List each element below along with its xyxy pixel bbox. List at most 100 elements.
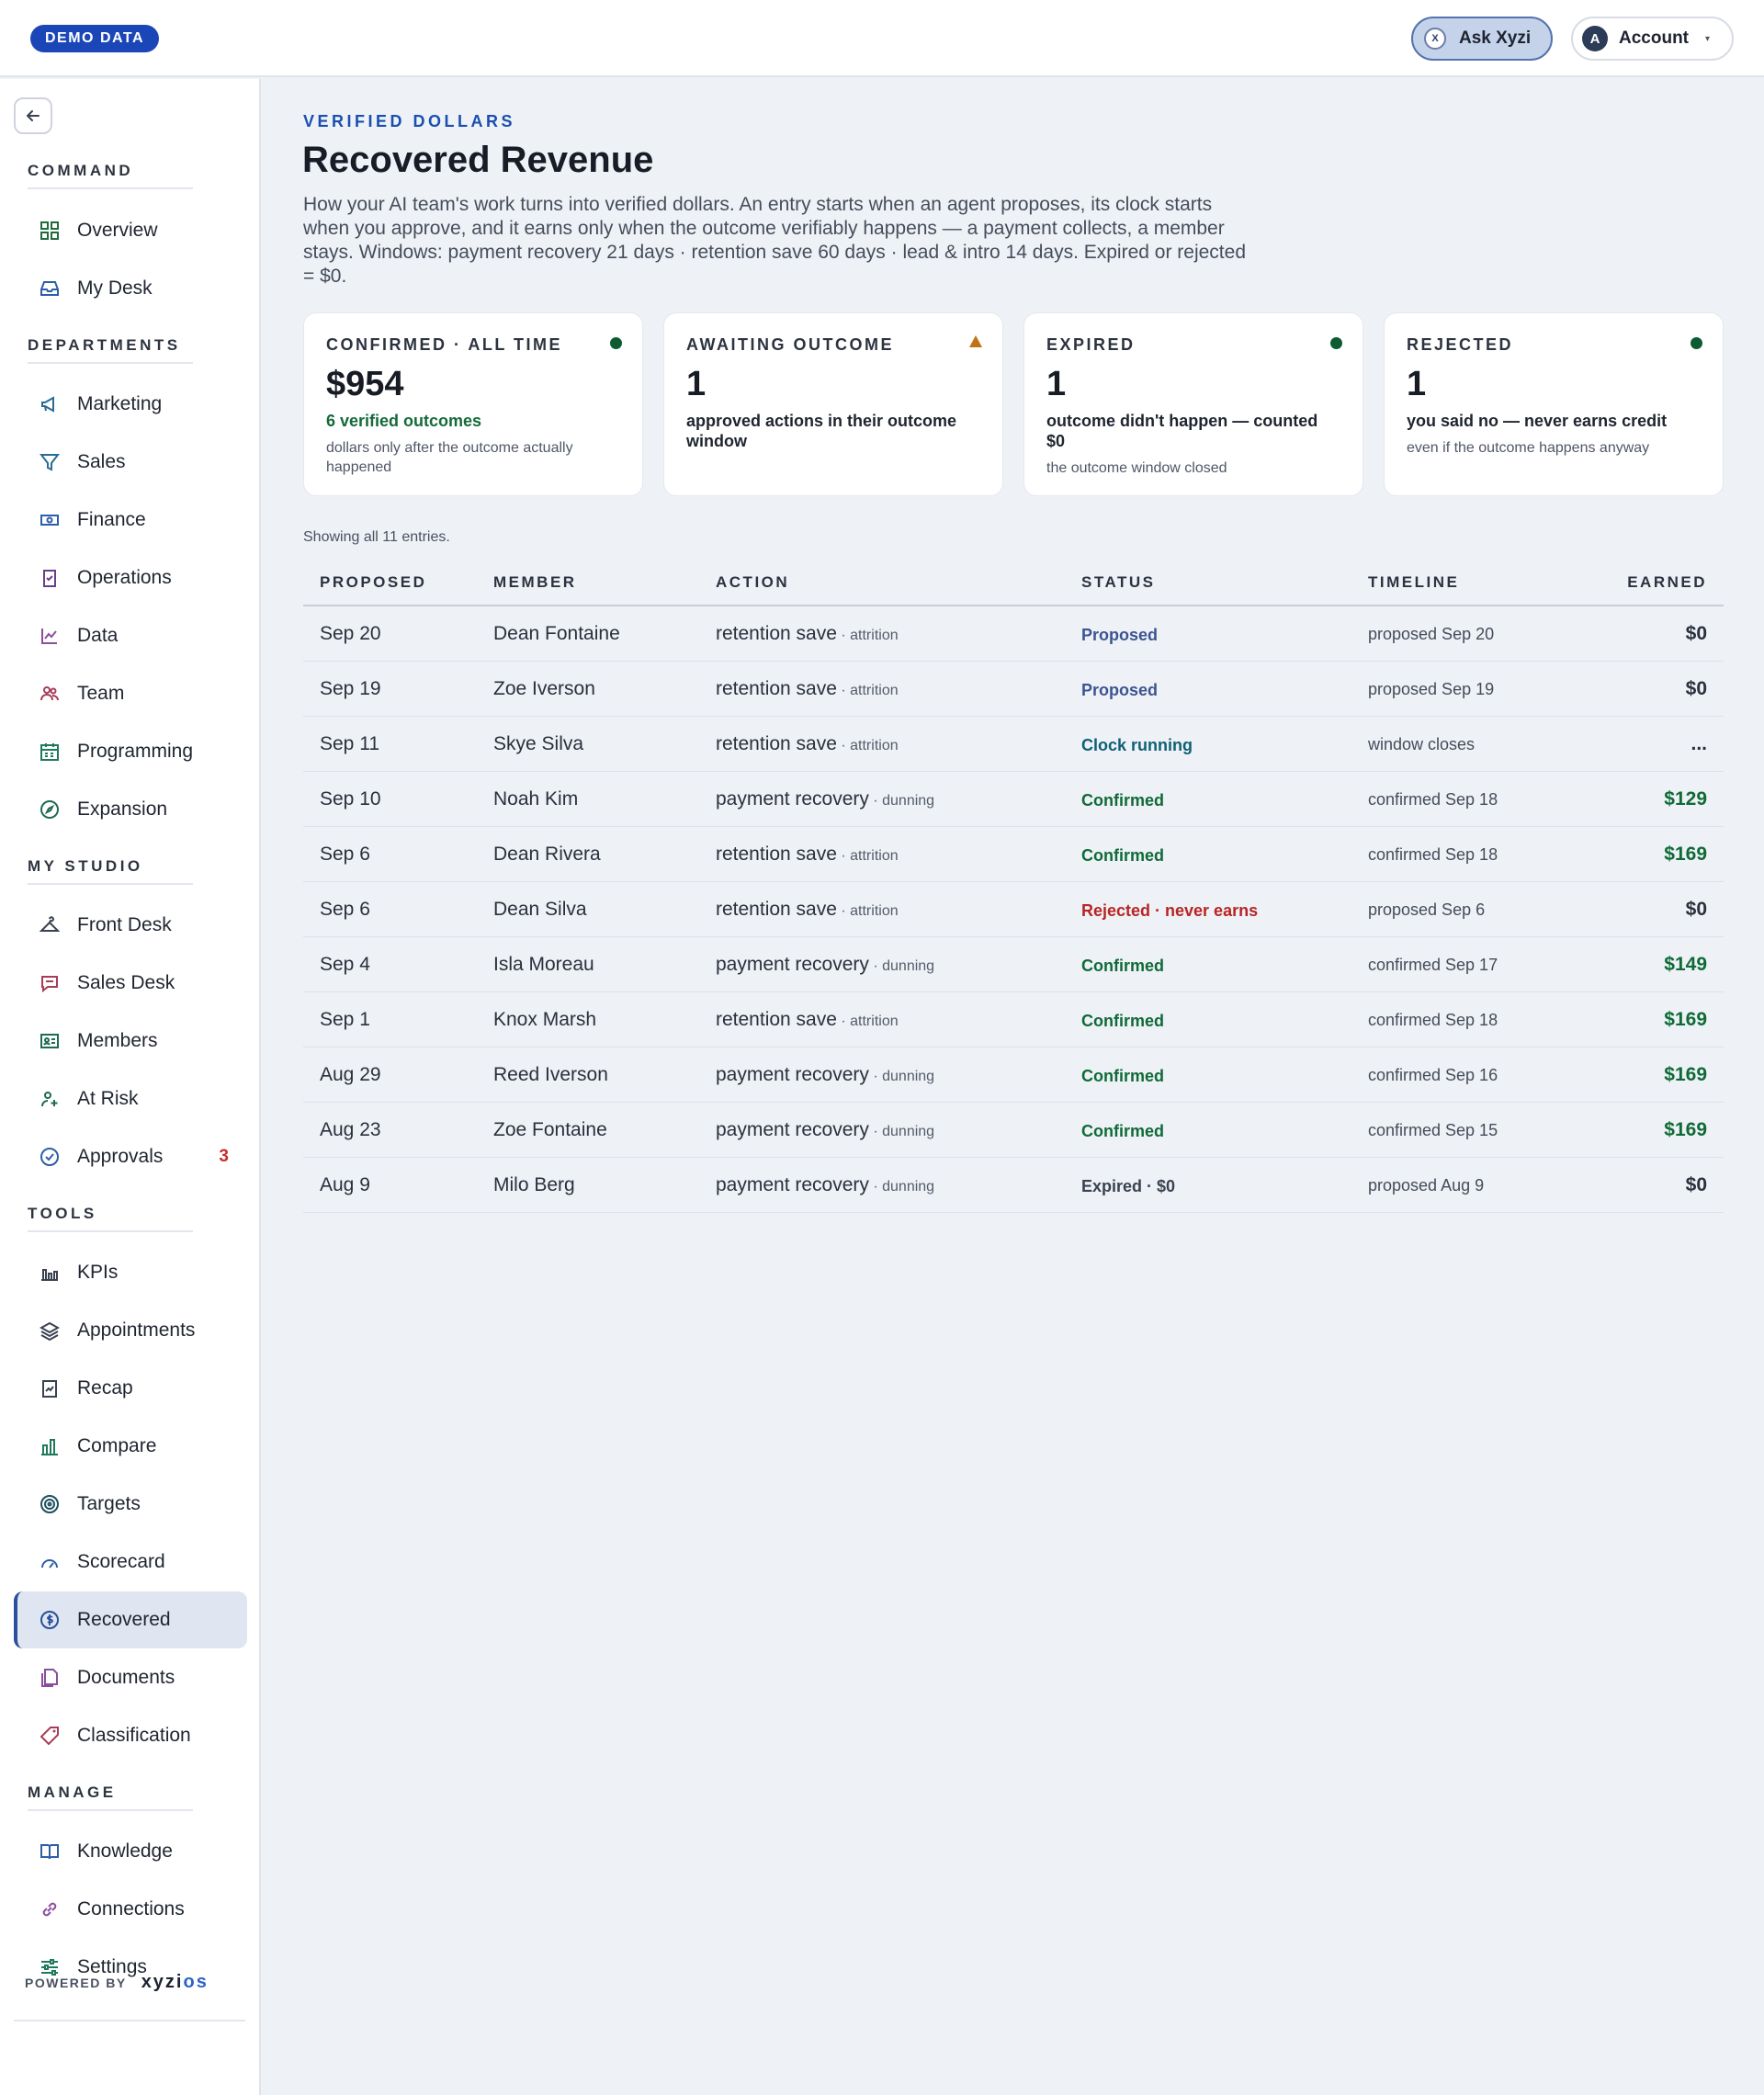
inbox-icon xyxy=(38,277,62,300)
link-icon xyxy=(38,1897,62,1921)
account-button[interactable]: A Account ▾ xyxy=(1571,17,1734,61)
cell-member: Milo Berg xyxy=(493,1174,575,1195)
sidebar-item-recap[interactable]: Recap xyxy=(14,1360,247,1417)
cell-action: retention save · attrition xyxy=(716,844,899,866)
cell-proposed: Sep 19 xyxy=(320,678,381,699)
bar-chart-icon xyxy=(38,1261,62,1285)
action-reason: · attrition xyxy=(836,903,899,919)
megaphone-icon xyxy=(38,392,62,416)
cell-member: Noah Kim xyxy=(493,788,579,810)
action-reason: · dunning xyxy=(868,1179,935,1195)
status-badge: Expired · $0 xyxy=(1081,1177,1176,1195)
collapse-sidebar-button[interactable] xyxy=(14,97,52,134)
table-row[interactable]: Sep 6 Dean Silva retention save · attritio… xyxy=(303,882,1724,937)
status-badge: Confirmed xyxy=(1081,846,1164,865)
cell-member: Zoe Iverson xyxy=(493,678,595,699)
confirmed-card: CONFIRMED · ALL TIME $954 6 verified out… xyxy=(303,312,643,496)
sidebar-item-appointments[interactable]: Appointments xyxy=(14,1302,247,1359)
ask-xyzi-button[interactable]: X Ask Xyzi xyxy=(1411,17,1553,61)
cell-member: Skye Silva xyxy=(493,733,584,754)
column-member[interactable]: MEMBER xyxy=(493,573,577,592)
table-row[interactable]: Sep 6 Dean Rivera retention save · attriti… xyxy=(303,827,1724,882)
action-type: retention save xyxy=(716,623,837,644)
calendar-icon xyxy=(38,740,62,764)
divider xyxy=(28,187,193,189)
sidebar-item-marketing[interactable]: Marketing xyxy=(14,376,247,433)
table-row[interactable]: Sep 19 Zoe Iverson retention save · attrit… xyxy=(303,662,1724,717)
cell-proposed: Sep 6 xyxy=(320,899,370,920)
column-status[interactable]: STATUS xyxy=(1081,573,1155,592)
action-type: retention save xyxy=(716,733,837,754)
compare-bars-icon xyxy=(38,1434,62,1458)
sidebar-item-connections[interactable]: Connections xyxy=(14,1881,247,1938)
status-badge: Proposed xyxy=(1081,626,1159,644)
page-eyebrow: VERIFIED DOLLARS xyxy=(303,112,516,130)
sidebar-item-team[interactable]: Team xyxy=(14,665,247,722)
cell-timeline: proposed Sep 6 xyxy=(1368,900,1486,919)
sidebar-item-classification[interactable]: Classification xyxy=(14,1707,247,1764)
sidebar-item-compare[interactable]: Compare xyxy=(14,1418,247,1475)
action-type: payment recovery xyxy=(716,1174,869,1195)
table-row[interactable]: Sep 10 Noah Kim payment recovery · dunning… xyxy=(303,772,1724,827)
section-manage: MANAGE xyxy=(28,1784,117,1801)
cell-timeline: window closes xyxy=(1368,735,1476,753)
table-row[interactable]: Sep 11 Skye Silva retention save · attriti… xyxy=(303,717,1724,772)
sidebar-item-my-desk[interactable]: My Desk xyxy=(14,260,247,317)
sidebar-item-members[interactable]: Members xyxy=(14,1013,247,1070)
status-badge: Clock running xyxy=(1081,736,1193,754)
awaiting-value: 1 xyxy=(686,365,707,403)
sidebar-item-approvals[interactable]: Approvals 3 xyxy=(14,1128,247,1185)
clipboard-check-icon xyxy=(38,566,62,590)
action-type: payment recovery xyxy=(716,788,869,810)
action-reason: · attrition xyxy=(836,848,899,864)
confirmed-value: $954 xyxy=(326,365,404,403)
table-row[interactable]: Aug 29 Reed Iverson payment recovery · dun… xyxy=(303,1048,1724,1103)
table-row[interactable]: Aug 23 Zoe Fontaine payment recovery · dun… xyxy=(303,1103,1724,1158)
sidebar-item-scorecard[interactable]: Scorecard xyxy=(14,1534,247,1591)
cell-member: Dean Rivera xyxy=(493,844,601,865)
sidebar-item-finance[interactable]: Finance xyxy=(14,492,247,549)
cell-proposed: Sep 4 xyxy=(320,954,370,975)
table-row[interactable]: Sep 4 Isla Moreau payment recovery · dunni… xyxy=(303,937,1724,992)
cell-earned: $0 xyxy=(1685,678,1707,699)
sidebar-item-knowledge[interactable]: Knowledge xyxy=(14,1823,247,1880)
sidebar-item-programming[interactable]: Programming xyxy=(14,723,247,780)
status-dot-icon xyxy=(610,337,622,349)
cell-earned: $0 xyxy=(1685,623,1707,644)
sidebar-item-recovered[interactable]: Recovered xyxy=(14,1591,247,1648)
table-row[interactable]: Aug 9 Milo Berg payment recovery · dunning… xyxy=(303,1158,1724,1213)
sidebar-item-targets[interactable]: Targets xyxy=(14,1476,247,1533)
xyzios-logo[interactable]: xyzios xyxy=(141,1972,209,1993)
sidebar-item-sales-desk[interactable]: Sales Desk xyxy=(14,955,247,1012)
column-proposed[interactable]: PROPOSED xyxy=(320,573,426,592)
book-icon xyxy=(38,1840,62,1863)
divider xyxy=(14,2020,245,2021)
avatar: A xyxy=(1582,26,1608,51)
column-action[interactable]: ACTION xyxy=(716,573,789,592)
cell-earned: $0 xyxy=(1685,899,1707,920)
column-earned[interactable]: EARNED xyxy=(1627,573,1707,592)
sidebar-item-kpis[interactable]: KPIs xyxy=(14,1244,247,1301)
sidebar-item-sales[interactable]: Sales xyxy=(14,434,247,491)
table-row[interactable]: Sep 20 Dean Fontaine retention save · attr… xyxy=(303,606,1724,662)
sidebar-item-expansion[interactable]: Expansion xyxy=(14,781,247,838)
cell-action: payment recovery · dunning xyxy=(716,788,934,810)
sidebar-item-at-risk[interactable]: At Risk xyxy=(14,1070,247,1127)
sidebar: COMMAND Overview My Desk DEPARTMENTS Mar… xyxy=(0,79,261,2095)
sidebar-item-data[interactable]: Data xyxy=(14,607,247,664)
report-icon xyxy=(38,1376,62,1400)
section-tools: TOOLS xyxy=(28,1205,97,1222)
sidebar-item-front-desk[interactable]: Front Desk xyxy=(14,897,247,954)
account-label: Account xyxy=(1619,28,1689,48)
cell-proposed: Sep 10 xyxy=(320,788,381,810)
action-reason: · attrition xyxy=(836,628,899,643)
filter-icon xyxy=(38,450,62,474)
column-timeline[interactable]: TIMELINE xyxy=(1368,573,1459,592)
sidebar-item-overview[interactable]: Overview xyxy=(14,202,247,259)
hanger-icon xyxy=(38,913,62,937)
section-my-studio: MY STUDIO xyxy=(28,857,143,875)
table-row[interactable]: Sep 1 Knox Marsh retention save · attritio… xyxy=(303,992,1724,1048)
sidebar-item-operations[interactable]: Operations xyxy=(14,549,247,606)
sidebar-item-documents[interactable]: Documents xyxy=(14,1649,247,1706)
cell-member: Dean Silva xyxy=(493,899,587,920)
